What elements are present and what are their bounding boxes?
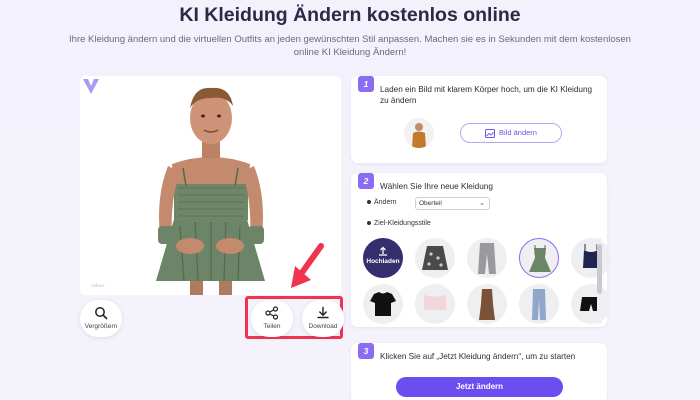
floral-skirt-icon xyxy=(422,246,448,270)
vidnoz-logo-icon xyxy=(83,79,99,94)
navy-top-icon xyxy=(583,244,599,268)
styles-scrollbar[interactable] xyxy=(597,238,602,324)
download-label: Download xyxy=(308,323,338,330)
page-title: KI Kleidung Ändern kostenlos online xyxy=(179,4,521,26)
upload-label: Hochladen xyxy=(366,258,400,265)
clothing-item-floral-skirt[interactable] xyxy=(415,238,455,278)
share-icon xyxy=(265,306,279,320)
bullet-icon xyxy=(367,221,371,226)
clothing-item-black-shorts[interactable] xyxy=(571,284,611,324)
step-3-number: 3 xyxy=(358,343,374,359)
zoom-label: Vergrößern xyxy=(84,323,118,330)
step-1-number: 1 xyxy=(358,76,374,92)
change-type-text: Ändern xyxy=(374,199,397,206)
change-image-label: Bild ändern xyxy=(499,128,537,137)
change-now-button[interactable]: Jetzt ändern xyxy=(396,377,563,397)
clothing-item-pink-top[interactable] xyxy=(415,284,455,324)
step-2-text: Wählen Sie Ihre neue Kleidung xyxy=(380,182,493,191)
step-3-card: 3 Klicken Sie auf „Jetzt Kleidung ändern… xyxy=(351,343,607,400)
pointer-arrow-icon xyxy=(291,243,324,288)
clothing-item-black-tshirt[interactable] xyxy=(363,284,403,324)
download-icon xyxy=(317,306,329,319)
upload-icon xyxy=(379,246,387,256)
grey-jeans-icon xyxy=(478,243,496,274)
step-1-card: 1 Laden ein Bild mit klarem Körper hoch,… xyxy=(351,76,607,163)
clothing-item-green-dress[interactable] xyxy=(519,238,559,278)
page-subtitle: Ihre Kleidung ändern und die virtuellen … xyxy=(69,34,631,58)
blue-jeans-icon xyxy=(532,289,546,320)
pink-top-icon xyxy=(424,295,446,310)
upload-clothing-button[interactable]: Hochladen xyxy=(363,238,403,278)
clothing-item-brown-dress[interactable] xyxy=(467,284,507,324)
step-1-text: Laden ein Bild mit klarem Körper hoch, u… xyxy=(380,85,593,105)
bullet-icon xyxy=(367,200,371,205)
image-icon xyxy=(485,128,496,138)
clothing-item-navy-top[interactable] xyxy=(571,238,611,278)
clothing-item-blue-jeans[interactable] xyxy=(519,284,559,324)
watermark-label: Vidnoz xyxy=(91,283,105,288)
clothing-style-grid: Hochladen xyxy=(363,238,611,324)
target-styles-text: Ziel-Kleidungsstile xyxy=(374,220,431,227)
black-tshirt-icon xyxy=(370,292,396,316)
clothing-item-grey-jeans[interactable] xyxy=(467,238,507,278)
clothing-type-select[interactable]: Oberteil ⌄ xyxy=(415,197,490,210)
green-dress-icon xyxy=(529,245,551,272)
clothing-type-value: Oberteil xyxy=(419,200,442,207)
change-type-label: Ändern xyxy=(367,199,397,206)
step-2-number: 2 xyxy=(358,173,374,189)
brown-dress-icon xyxy=(479,289,495,320)
black-shorts-icon xyxy=(580,297,602,311)
share-button[interactable]: Teilen xyxy=(251,300,293,337)
change-image-button[interactable]: Bild ändern xyxy=(460,123,562,143)
zoom-button[interactable]: Vergrößern xyxy=(80,300,122,337)
chevron-down-icon: ⌄ xyxy=(479,200,485,207)
person-thumbnail-icon xyxy=(404,118,434,148)
step-2-card: 2 Wählen Sie Ihre neue Kleidung Ändern O… xyxy=(351,173,611,327)
target-styles-label: Ziel-Kleidungsstile xyxy=(367,220,431,227)
download-button[interactable]: Download xyxy=(302,300,344,337)
step-3-text: Klicken Sie auf „Jetzt Kleidung ändern“,… xyxy=(380,352,576,361)
scrollbar-thumb[interactable] xyxy=(597,244,602,294)
share-label: Teilen xyxy=(263,323,281,330)
search-icon xyxy=(95,307,108,320)
uploaded-photo-thumbnail[interactable] xyxy=(404,118,434,148)
